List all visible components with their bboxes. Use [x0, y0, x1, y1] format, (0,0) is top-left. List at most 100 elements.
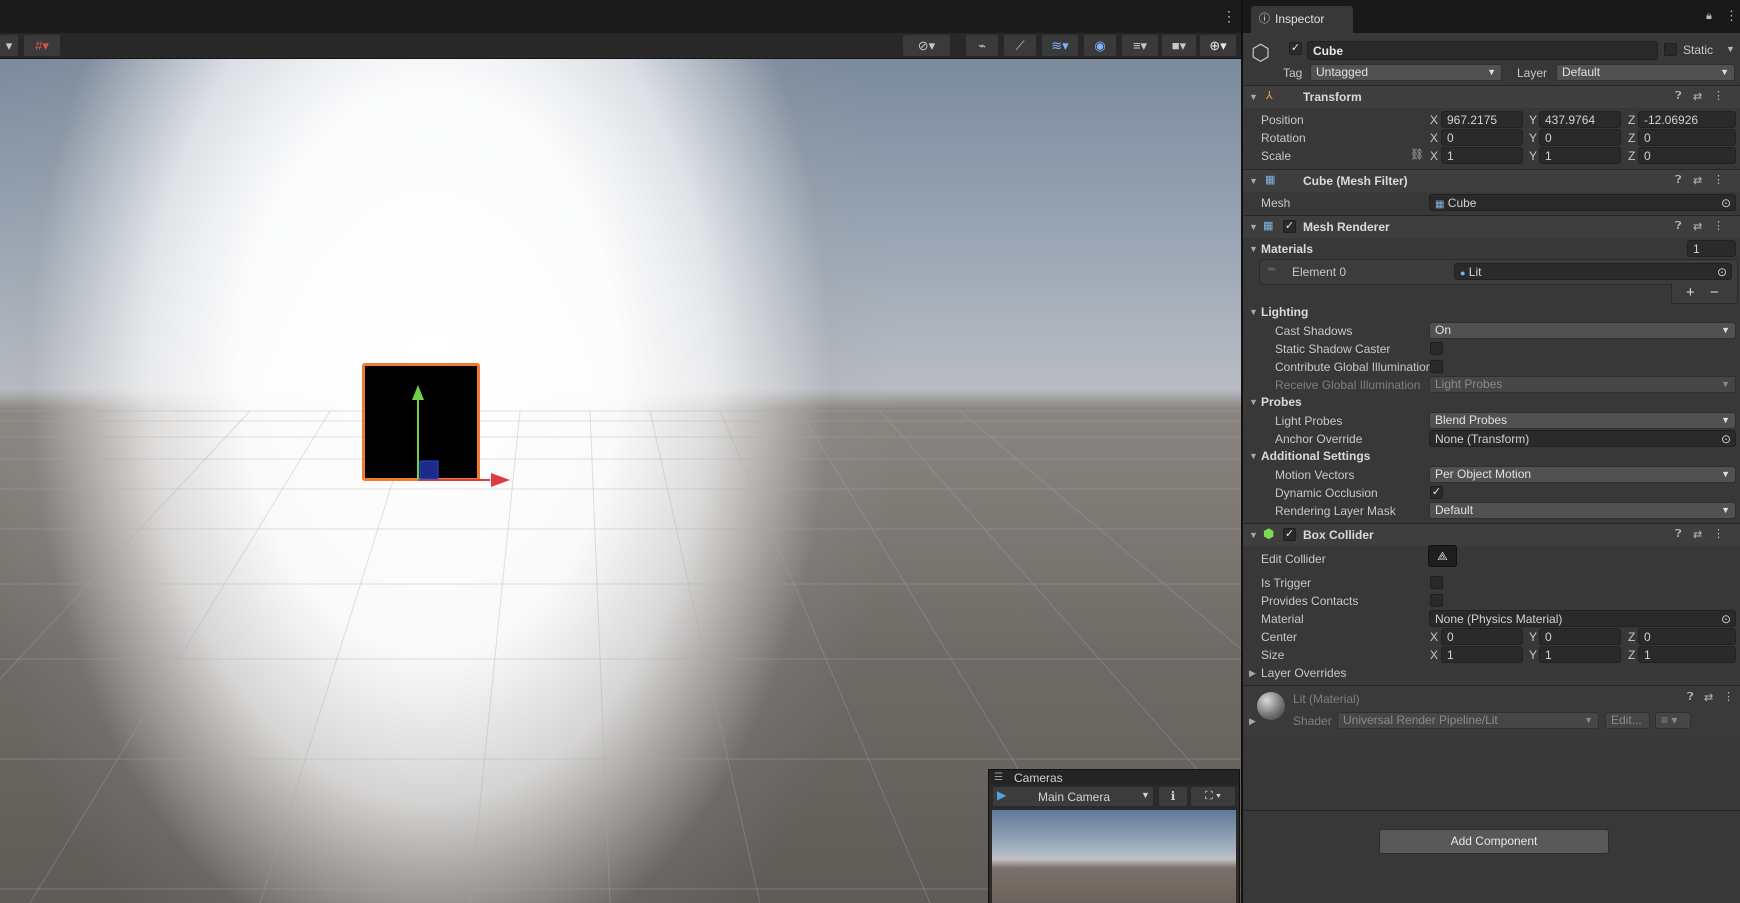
rendering-layer-mask-dropdown[interactable]: Default ▼ [1429, 502, 1736, 519]
layers-icon[interactable]: ≋▾ [1042, 35, 1078, 56]
add-element-button[interactable]: + [1686, 284, 1695, 301]
cameras-overlay-header[interactable]: ☰ Cameras [989, 770, 1239, 785]
lighting-foldout[interactable]: Lighting [1261, 305, 1308, 319]
object-picker-icon[interactable]: ⊙ [1721, 431, 1731, 446]
render-layers-icon[interactable]: ≡▾ [1122, 35, 1158, 56]
rotation-z-field[interactable]: 0 [1638, 129, 1736, 146]
center-x-field[interactable]: 0 [1441, 628, 1523, 645]
help-icon[interactable]: ❓︎ [1675, 220, 1682, 233]
object-picker-icon[interactable]: ⊙ [1717, 264, 1727, 279]
tag-dropdown[interactable]: Untagged ▼ [1310, 64, 1502, 81]
axis-x-label: X [1430, 113, 1439, 127]
drag-handle-icon[interactable]: ☰ [994, 770, 1003, 785]
object-picker-icon[interactable]: ⊙ [1721, 195, 1731, 210]
contribute-gi-checkbox[interactable] [1430, 360, 1443, 373]
static-dropdown-icon[interactable]: ▼ [1726, 44, 1735, 54]
mesh-object-field[interactable]: ▦ Cube ⊙ [1429, 194, 1736, 211]
position-z-field[interactable]: -12.06926 [1638, 111, 1736, 128]
presets-icon[interactable]: ⇄ [1693, 174, 1702, 187]
camera-icon[interactable]: ■▾ [1162, 35, 1196, 56]
motion-vectors-dropdown[interactable]: Per Object Motion ▼ [1429, 466, 1736, 483]
tab-inspector[interactable]: ⓘ Inspector [1251, 6, 1353, 33]
collider-material-field[interactable]: None (Physics Material) ⊙ [1429, 610, 1736, 627]
scale-x-field[interactable]: 1 [1441, 147, 1523, 164]
shader-edit-button[interactable]: Edit... [1605, 712, 1650, 729]
context-menu-icon[interactable]: ⋮ [1713, 219, 1724, 232]
context-menu-icon[interactable]: ⋮ [1713, 173, 1724, 186]
visibility-icon[interactable]: ◉ [1084, 35, 1116, 56]
snap-icon[interactable]: ⟋ [1004, 35, 1036, 56]
presets-icon[interactable]: ⇄ [1704, 691, 1713, 704]
remove-element-button[interactable]: − [1710, 284, 1719, 301]
size-z-field[interactable]: 1 [1638, 646, 1736, 663]
drag-handle-icon[interactable]: ═ [1268, 264, 1275, 275]
box-collider-enabled-checkbox[interactable]: ✓ [1283, 528, 1296, 541]
transform-header[interactable]: ▼ ⅄ Transform ❓︎ ⇄ ⋮ [1243, 86, 1740, 108]
help-icon[interactable]: ❓︎ [1675, 90, 1682, 103]
probes-foldout[interactable]: Probes [1261, 395, 1302, 409]
scale-z-field[interactable]: 0 [1638, 147, 1736, 164]
anchor-override-field[interactable]: None (Transform) ⊙ [1429, 430, 1736, 447]
mesh-filter-header[interactable]: ▼ ▦ Cube (Mesh Filter) ❓︎ ⇄ ⋮ [1243, 170, 1740, 192]
y-axis-handle[interactable] [412, 385, 424, 400]
mesh-renderer-header[interactable]: ▼ ▦ ✓ Mesh Renderer ❓︎ ⇄ ⋮ [1243, 216, 1740, 238]
presets-icon[interactable]: ⇄ [1693, 220, 1702, 233]
position-y-field[interactable]: 437.9764 [1539, 111, 1621, 128]
move-gizmo[interactable] [400, 385, 520, 495]
camera-select[interactable]: ▶ Main Camera ▼ [993, 787, 1153, 806]
shader-options-icon[interactable]: ≡ ▾ [1655, 712, 1691, 729]
mesh-renderer-enabled-checkbox[interactable]: ✓ [1283, 220, 1296, 233]
rotation-y-field[interactable]: 0 [1539, 129, 1621, 146]
context-menu-icon[interactable]: ⋮ [1713, 527, 1724, 540]
scene-view[interactable]: ⋮ ▾ #▾ ⊘▾ ⌁ ⟋ ≋▾ ◉ ≡▾ ■▾ ⊕▾ ☰ Cameras ▶ … [0, 0, 1241, 903]
mesh-filter-icon: ▦ [1265, 174, 1276, 186]
presets-icon[interactable]: ⇄ [1693, 528, 1702, 541]
size-x-field[interactable]: 1 [1441, 646, 1523, 663]
edit-collider-icon[interactable]: ⟁ [1428, 545, 1457, 567]
add-component-button[interactable]: Add Component [1379, 829, 1609, 854]
rotation-x-field[interactable]: 0 [1441, 129, 1523, 146]
help-icon[interactable]: ❓︎ [1675, 528, 1682, 541]
object-active-checkbox[interactable]: ✓ [1289, 42, 1302, 55]
static-shadow-caster-checkbox[interactable] [1430, 342, 1443, 355]
presets-icon[interactable]: ⇄ [1693, 90, 1702, 103]
grid-snap-icon[interactable]: #▾ [24, 35, 60, 56]
gizmos-icon[interactable]: ⊕▾ [1200, 35, 1236, 56]
object-name-field[interactable]: Cube [1307, 41, 1658, 60]
position-x-field[interactable]: 967.2175 [1441, 111, 1523, 128]
provides-contacts-checkbox[interactable] [1430, 594, 1443, 607]
tab-inspector-label: Inspector [1275, 12, 1325, 26]
orbit-gizmo-icon[interactable]: ⊘▾ [903, 35, 950, 56]
frame-camera-icon[interactable]: ⛶ ▾ [1191, 787, 1235, 806]
element-0-field[interactable]: ● Lit ⊙ [1454, 263, 1732, 280]
x-axis-handle[interactable] [491, 473, 510, 487]
is-trigger-checkbox[interactable] [1430, 576, 1443, 589]
static-checkbox[interactable] [1664, 43, 1677, 56]
scale-y-field[interactable]: 1 [1539, 147, 1621, 164]
center-y-field[interactable]: 0 [1539, 628, 1621, 645]
link-scale-icon[interactable]: ⛓︎ [1410, 148, 1424, 161]
camera-info-icon[interactable]: ℹ [1159, 787, 1187, 806]
center-z-field[interactable]: 0 [1638, 628, 1736, 645]
z-plane-handle[interactable] [419, 460, 439, 480]
materials-foldout[interactable]: Materials [1261, 242, 1313, 256]
context-menu-icon[interactable]: ⋮ [1723, 690, 1734, 703]
context-menu-icon[interactable]: ⋮ [1713, 89, 1724, 102]
help-icon[interactable]: ❓︎ [1675, 174, 1682, 187]
layer-overrides-foldout[interactable]: Layer Overrides [1261, 666, 1346, 680]
layer-dropdown[interactable]: Default ▼ [1556, 64, 1735, 81]
size-y-field[interactable]: 1 [1539, 646, 1621, 663]
light-probes-dropdown[interactable]: Blend Probes ▼ [1429, 412, 1736, 429]
cast-shadows-dropdown[interactable]: On ▼ [1429, 322, 1736, 339]
vertical-ellipsis-icon[interactable]: ⋮ [1222, 8, 1236, 25]
materials-count-field[interactable]: 1 [1687, 240, 1736, 257]
pivot-icon[interactable]: ⌁ [966, 35, 998, 56]
vertical-ellipsis-icon[interactable]: ⋮ [1725, 8, 1738, 24]
tool-dropdown[interactable]: ▾ [0, 35, 18, 56]
additional-settings-foldout[interactable]: Additional Settings [1261, 449, 1370, 463]
box-collider-header[interactable]: ▼ ⬢ ✓ Box Collider ❓︎ ⇄ ⋮ [1243, 524, 1740, 546]
object-picker-icon[interactable]: ⊙ [1721, 611, 1731, 626]
lock-icon[interactable]: 🔒︎ [1706, 10, 1712, 23]
help-icon[interactable]: ❓︎ [1687, 691, 1694, 704]
dynamic-occlusion-checkbox[interactable]: ✓ [1430, 486, 1443, 499]
